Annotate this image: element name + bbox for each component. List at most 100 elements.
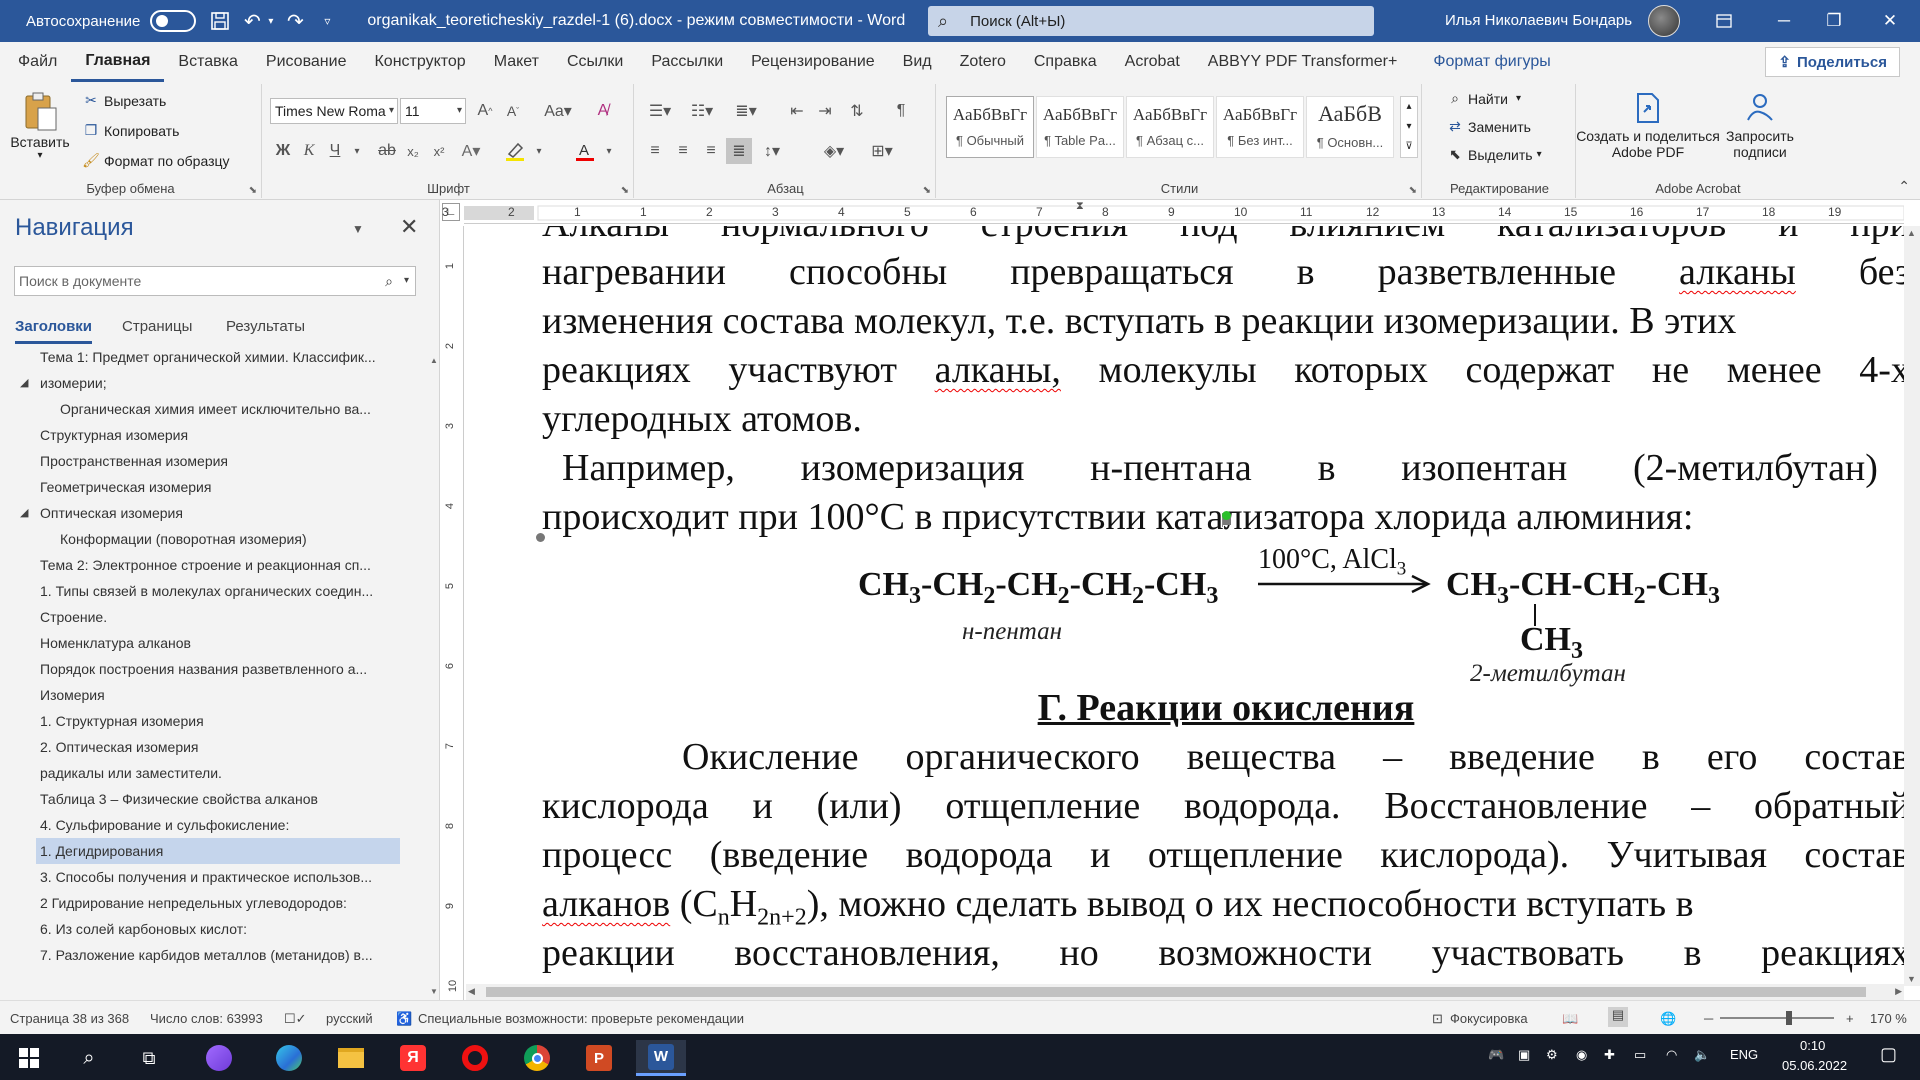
nav-heading[interactable]: Геометрическая изомерия bbox=[40, 474, 412, 500]
zoom-in-icon[interactable]: + bbox=[1846, 1011, 1854, 1026]
input-language[interactable]: ENG bbox=[1730, 1047, 1758, 1062]
tray-app-icon[interactable]: ⚙ bbox=[1546, 1047, 1558, 1063]
chrome-icon[interactable] bbox=[514, 1040, 560, 1076]
tab-layout[interactable]: Макет bbox=[480, 42, 553, 82]
highlight-icon[interactable] bbox=[502, 138, 528, 164]
align-center-icon[interactable]: ≡ bbox=[670, 138, 696, 164]
copy-button[interactable]: ❐ Копировать bbox=[82, 122, 180, 139]
tab-design[interactable]: Конструктор bbox=[360, 42, 479, 82]
tab-home[interactable]: Главная bbox=[71, 42, 165, 82]
opera-icon[interactable] bbox=[452, 1040, 498, 1076]
battery-icon[interactable]: ▭ bbox=[1634, 1047, 1646, 1063]
focus-icon[interactable]: ⊡ bbox=[1432, 1011, 1443, 1027]
highlight-dropdown-icon[interactable]: ▾ bbox=[526, 138, 552, 164]
shape-handle[interactable] bbox=[536, 533, 545, 542]
nav-tab-results[interactable]: Результаты bbox=[226, 318, 305, 335]
nav-heading[interactable]: изомерии; bbox=[40, 370, 412, 396]
accessibility-icon[interactable]: ♿ bbox=[396, 1011, 412, 1027]
nav-heading-selected[interactable]: 1. Дегидрирования bbox=[36, 838, 400, 864]
horizontal-scrollbar[interactable]: ◀ ▶ bbox=[466, 984, 1904, 1000]
clipboard-launcher-icon[interactable]: ⬊ bbox=[249, 185, 257, 196]
clock-time[interactable]: 0:10 bbox=[1800, 1038, 1825, 1053]
undo-dropdown-icon[interactable]: ▾ bbox=[268, 16, 273, 27]
scroll-up-icon[interactable]: ▲ bbox=[430, 356, 438, 365]
underline-dropdown-icon[interactable]: ▾ bbox=[344, 138, 370, 164]
nav-heading[interactable]: 1. Типы связей в молекулах органических … bbox=[40, 578, 412, 604]
volume-icon[interactable]: 🔈 bbox=[1694, 1047, 1710, 1063]
tab-zotero[interactable]: Zotero bbox=[946, 42, 1020, 82]
vertical-ruler[interactable]: 1 2 3 4 5 6 7 8 9 10 bbox=[442, 226, 464, 1000]
close-icon[interactable]: ✕ bbox=[1866, 6, 1914, 36]
nav-heading[interactable]: 2 Гидрирование непредельных углеводородо… bbox=[40, 890, 412, 916]
tab-insert[interactable]: Вставка bbox=[164, 42, 251, 82]
word-count[interactable]: Число слов: 63993 bbox=[150, 1011, 263, 1026]
nav-heading[interactable]: Структурная изомерия bbox=[40, 422, 412, 448]
borders-icon[interactable]: ⊞▾ bbox=[862, 138, 902, 164]
edge-icon[interactable] bbox=[266, 1040, 312, 1076]
nav-scrollbar[interactable]: ▲ ▼ bbox=[428, 356, 438, 996]
zoom-level[interactable]: 170 % bbox=[1870, 1011, 1907, 1026]
tab-view[interactable]: Вид bbox=[889, 42, 946, 82]
paste-button[interactable]: Вставить ▾ bbox=[8, 90, 72, 161]
nav-heading[interactable]: Органическая химия имеет исключительно в… bbox=[60, 396, 412, 422]
scroll-left-icon[interactable]: ◀ bbox=[468, 986, 475, 997]
search-icon[interactable]: ⌕ bbox=[66, 1040, 112, 1076]
scroll-up-icon[interactable]: ▲ bbox=[1907, 228, 1916, 238]
document-scrollbar[interactable]: ▲ ▼ bbox=[1904, 226, 1920, 986]
sort-icon[interactable]: ⇅ bbox=[844, 98, 870, 124]
align-right-icon[interactable]: ≡ bbox=[698, 138, 724, 164]
notifications-icon[interactable]: ▢ bbox=[1880, 1044, 1897, 1065]
find-button[interactable]: ⌕ Найти ▾ bbox=[1446, 90, 1521, 107]
tab-mailings[interactable]: Рассылки bbox=[637, 42, 737, 82]
nav-heading[interactable]: 4. Сульфирование и сульфокисление: bbox=[40, 812, 412, 838]
minimize-icon[interactable]: ─ bbox=[1760, 6, 1808, 36]
increase-indent-icon[interactable]: ⇥ bbox=[812, 98, 838, 124]
save-icon[interactable] bbox=[204, 5, 236, 37]
font-size-combo[interactable]: 11 ▾ bbox=[400, 98, 466, 124]
tab-acrobat[interactable]: Acrobat bbox=[1111, 42, 1194, 82]
tab-file[interactable]: Файл bbox=[4, 42, 71, 82]
nav-heading[interactable]: Пространственная изомерия bbox=[40, 448, 412, 474]
nav-heading[interactable]: Тема 2: Электронное строение и реакционн… bbox=[40, 552, 412, 578]
show-marks-icon[interactable]: ¶ bbox=[888, 98, 914, 124]
cut-button[interactable]: ✂ Вырезать bbox=[82, 92, 166, 109]
tab-help[interactable]: Справка bbox=[1020, 42, 1111, 82]
font-color-icon[interactable]: A bbox=[572, 138, 598, 164]
yandex-icon[interactable]: Я bbox=[390, 1040, 436, 1076]
font-launcher-icon[interactable]: ⬊ bbox=[621, 185, 629, 196]
clear-formatting-icon[interactable]: A̸ bbox=[590, 98, 616, 124]
nav-heading[interactable]: 2. Оптическая изомерия bbox=[40, 734, 412, 760]
customize-qat-icon[interactable]: ▿ bbox=[311, 5, 343, 37]
read-mode-icon[interactable]: 📖 bbox=[1562, 1011, 1578, 1027]
subscript-icon[interactable]: x₂ bbox=[400, 138, 426, 164]
scroll-thumb[interactable] bbox=[486, 987, 1866, 997]
redo-icon[interactable]: ↷ bbox=[279, 5, 311, 37]
nav-heading[interactable]: Тема 1: Предмет органической химии. Клас… bbox=[40, 352, 412, 370]
nav-heading[interactable]: Оптическая изомерия bbox=[40, 500, 412, 526]
powerpoint-icon[interactable]: P bbox=[576, 1040, 622, 1076]
nav-heading[interactable]: Номенклатура алканов bbox=[40, 630, 412, 656]
superscript-icon[interactable]: x² bbox=[426, 138, 452, 164]
styles-launcher-icon[interactable]: ⬊ bbox=[1409, 185, 1417, 196]
share-button[interactable]: ⇪ Поделиться bbox=[1765, 47, 1900, 77]
nav-heading[interactable]: 7. Разложение карбидов металлов (метанид… bbox=[40, 942, 412, 968]
web-layout-icon[interactable]: 🌐 bbox=[1660, 1011, 1676, 1027]
zoom-out-icon[interactable]: ─ bbox=[1704, 1011, 1713, 1026]
windows-start-icon[interactable] bbox=[6, 1040, 52, 1076]
styles-scroll[interactable]: ▴ ▾ ⊽ bbox=[1400, 96, 1418, 158]
multilevel-list-icon[interactable]: ≣▾ bbox=[728, 98, 764, 124]
page-count[interactable]: Страница 38 из 368 bbox=[10, 1011, 129, 1026]
tray-app-icon[interactable]: ✚ bbox=[1604, 1047, 1615, 1063]
nav-heading[interactable]: Строение. bbox=[40, 604, 412, 630]
strikethrough-icon[interactable]: ab bbox=[374, 138, 400, 164]
nav-heading[interactable]: 6. Из солей карбоновых кислот: bbox=[40, 916, 412, 942]
nav-tab-headings[interactable]: Заголовки bbox=[15, 318, 93, 344]
nav-search-input[interactable]: Поиск в документе ⌕ ▾ bbox=[14, 266, 416, 296]
tray-app-icon[interactable]: ◉ bbox=[1576, 1047, 1587, 1063]
close-icon[interactable]: ✕ bbox=[400, 214, 418, 240]
change-case-icon[interactable]: Aa▾ bbox=[540, 98, 576, 124]
collapse-ribbon-icon[interactable]: ⌃ bbox=[1898, 178, 1910, 195]
paragraph-launcher-icon[interactable]: ⬊ bbox=[923, 185, 931, 196]
style-list-paragraph[interactable]: АаБбВвГг ¶ Абзац с... bbox=[1126, 96, 1214, 158]
collapse-triangle-icon[interactable]: ◢ bbox=[20, 506, 28, 519]
